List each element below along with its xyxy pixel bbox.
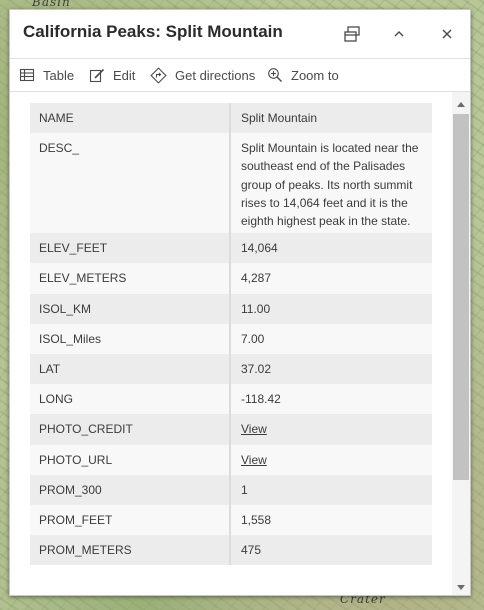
field-name: NAME [30, 103, 231, 134]
edit-action-button[interactable]: Edit [89, 59, 135, 91]
directions-icon [150, 66, 167, 84]
triangle-up-icon [457, 102, 465, 107]
table-row: ISOL_KM 11.00 [30, 293, 432, 324]
field-name: PROM_300 [30, 474, 231, 506]
triangle-down-icon [457, 585, 465, 590]
field-value: 475 [241, 543, 262, 558]
scrollbar-thumb[interactable] [453, 114, 469, 480]
chevron-up-icon [394, 31, 404, 37]
scroll-down-button[interactable] [452, 581, 470, 595]
table-row: DESC_ Split Mountain is located near the… [30, 133, 432, 234]
scroll-up-button[interactable] [452, 97, 470, 111]
get-directions-action-label: Get directions [175, 67, 256, 83]
field-value: -118.42 [241, 392, 281, 407]
close-icon [442, 29, 452, 39]
vertical-scrollbar[interactable] [452, 92, 470, 595]
attribute-table: NAME Split Mountain DESC_ Split Mountain… [30, 103, 432, 566]
table-row: PROM_METERS 475 [30, 535, 432, 566]
attribute-content[interactable]: NAME Split Mountain DESC_ Split Mountain… [10, 92, 470, 595]
table-row: PROM_300 1 [30, 474, 432, 506]
collapse-button[interactable] [387, 22, 411, 46]
dock-icon [344, 26, 360, 42]
popup-panel: California Peaks: Split Mountain Table E… [9, 9, 471, 596]
field-value: 1,558 [241, 513, 272, 528]
field-value: 1 [241, 482, 248, 497]
table-row: PHOTO_CREDIT View [30, 414, 432, 445]
popup-header: California Peaks: Split Mountain [10, 10, 470, 58]
table-icon [19, 68, 35, 82]
field-value: 7.00 [241, 331, 265, 346]
table-row: PROM_FEET 1,558 [30, 505, 432, 536]
popup-title: California Peaks: Split Mountain [23, 22, 283, 41]
field-name: LAT [30, 354, 231, 385]
close-button[interactable] [435, 22, 459, 46]
table-action-label: Table [43, 67, 75, 83]
zoom-to-icon [268, 68, 282, 82]
get-directions-action-button[interactable]: Get directions [150, 59, 255, 91]
field-name: PROM_FEET [30, 505, 231, 536]
table-row: ELEV_METERS 4,287 [30, 263, 432, 294]
popup-actions-bar: Table Edit Get directions Zoom to [10, 58, 470, 92]
edit-icon [89, 68, 105, 83]
table-row: ISOL_Miles 7.00 [30, 323, 432, 355]
table-row: PHOTO_URL View [30, 444, 432, 475]
field-name: ELEV_METERS [30, 263, 231, 294]
edit-action-label: Edit [113, 67, 136, 83]
field-name: ISOL_KM [30, 293, 231, 324]
field-value: 14,064 [241, 241, 278, 256]
field-name: LONG [30, 384, 231, 415]
field-value: Split Mountain is located near the south… [241, 141, 419, 229]
table-action-button[interactable]: Table [19, 59, 74, 91]
table-row: NAME Split Mountain [30, 103, 432, 134]
field-value: 37.02 [241, 362, 272, 377]
field-name: DESC_ [30, 133, 231, 234]
field-value: 4,287 [241, 271, 272, 286]
field-name: ISOL_Miles [30, 323, 231, 355]
table-row: LONG -118.42 [30, 384, 432, 415]
table-row: LAT 37.02 [30, 354, 432, 385]
photo-url-view-link[interactable]: View [241, 453, 267, 467]
map-label-basin: Basin [32, 0, 71, 9]
field-name: PHOTO_URL [30, 444, 231, 475]
zoom-to-action-button[interactable]: Zoom to [267, 59, 339, 91]
field-name: ELEV_FEET [30, 233, 231, 264]
field-value: Split Mountain [241, 111, 318, 125]
photo-credit-view-link[interactable]: View [241, 422, 267, 436]
table-row: ELEV_FEET 14,064 [30, 233, 432, 264]
dock-button[interactable] [340, 22, 364, 46]
zoom-to-action-label: Zoom to [291, 67, 339, 83]
field-value: 11.00 [241, 301, 271, 316]
field-name: PROM_METERS [30, 535, 231, 566]
field-name: PHOTO_CREDIT [30, 414, 231, 445]
